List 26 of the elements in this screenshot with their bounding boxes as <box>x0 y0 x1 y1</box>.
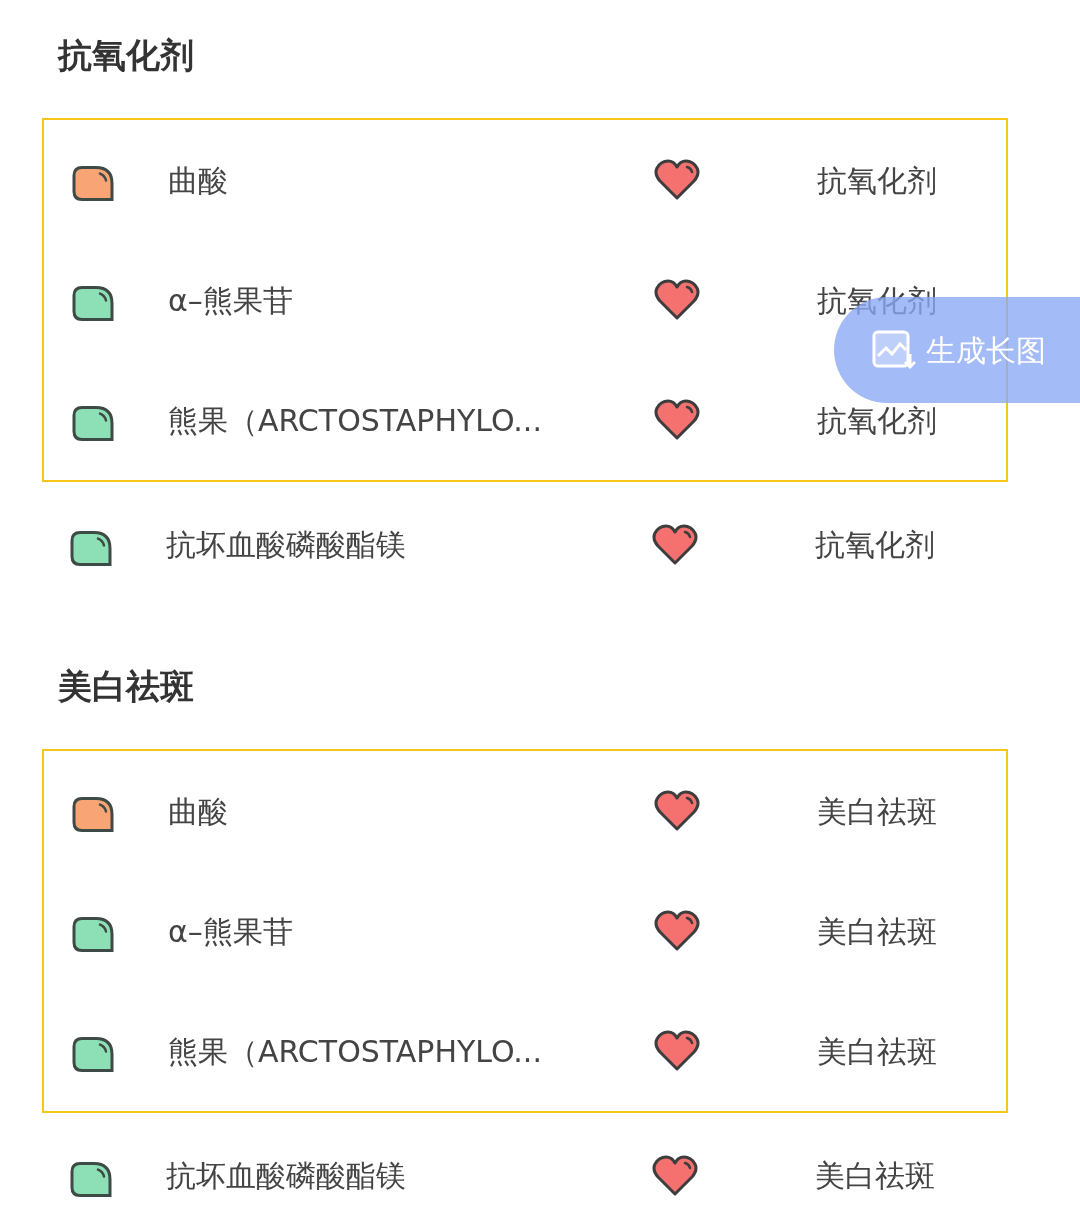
heart-icon <box>652 1154 698 1197</box>
ingredient-name: 抗坏血酸磷酸酯镁 <box>166 526 406 564</box>
category-label: 美白祛斑 <box>817 1032 937 1071</box>
ingredient-name: 熊果（ARCTOSTAPHYLO... <box>168 401 542 440</box>
category-label: 抗氧化剂 <box>815 526 935 564</box>
category-label: 抗氧化剂 <box>817 401 937 440</box>
ingredient-name: 曲酸 <box>168 161 228 200</box>
ingredient-name: 抗坏血酸磷酸酯镁 <box>166 1157 406 1195</box>
ingredient-name: α–熊果苷 <box>168 281 293 320</box>
ingredient-name: α–熊果苷 <box>168 912 293 951</box>
category-label: 美白祛斑 <box>815 1157 935 1195</box>
heart-icon <box>654 399 700 441</box>
heart-icon <box>654 910 700 952</box>
section-title: 美白祛斑 <box>58 665 195 708</box>
ingredient-name: 熊果（ARCTOSTAPHYLO... <box>168 1032 542 1071</box>
ingredient-name: 曲酸 <box>168 792 228 831</box>
category-label: 美白祛斑 <box>817 912 937 951</box>
heart-icon <box>654 1030 700 1072</box>
heart-icon <box>654 159 700 201</box>
heart-icon <box>652 523 698 566</box>
heart-icon <box>654 279 700 321</box>
heart-icon <box>654 790 700 832</box>
category-label: 抗氧化剂 <box>817 161 937 200</box>
category-label: 美白祛斑 <box>817 792 937 831</box>
image-download-icon <box>872 330 916 370</box>
section-title: 抗氧化剂 <box>58 34 195 77</box>
